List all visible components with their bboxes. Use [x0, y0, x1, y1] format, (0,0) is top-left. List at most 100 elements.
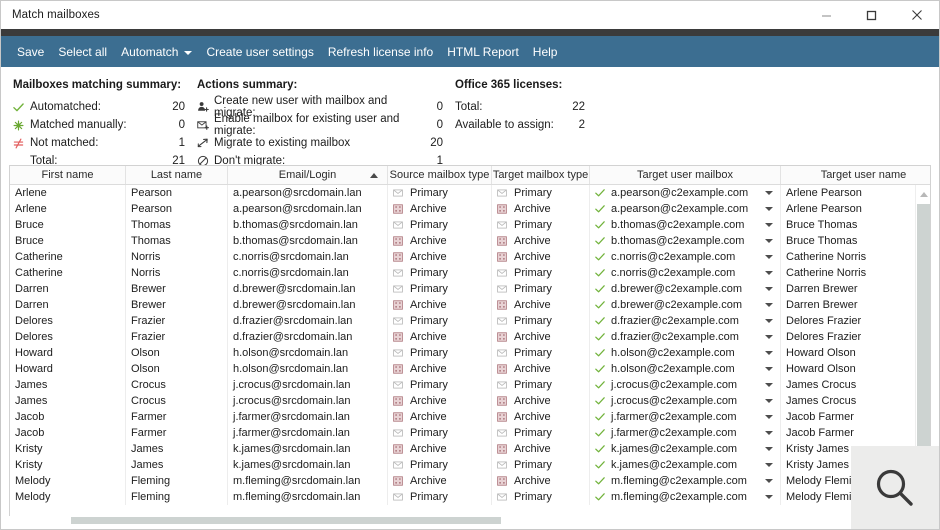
matched-check-icon — [595, 460, 609, 470]
cell-source-mailbox-type: Primary — [388, 345, 492, 361]
cell-target-user-mailbox[interactable]: h.olson@c2example.com — [590, 345, 781, 361]
toolbar-item-save[interactable]: Save — [10, 41, 51, 63]
summary-value-matched-manually: 0 — [178, 119, 185, 131]
column-header-target-user-mailbox[interactable]: Target user mailbox — [590, 166, 781, 184]
cell-target-user-mailbox[interactable]: k.james@c2example.com — [590, 441, 781, 457]
chevron-down-icon[interactable] — [765, 255, 773, 259]
horizontal-scroll-thumb[interactable] — [71, 517, 501, 524]
toolbar-item-select-all[interactable]: Select all — [51, 41, 114, 63]
chevron-down-icon[interactable] — [765, 447, 773, 451]
table-row[interactable]: James Crocus j.crocus@srcdomain.lan Archive… — [10, 393, 930, 409]
table-row[interactable]: Bruce Thomas b.thomas@srcdomain.lan Primary… — [10, 217, 930, 233]
minimize-button[interactable] — [804, 1, 849, 29]
toolbar-item-html-report[interactable]: HTML Report — [440, 41, 526, 63]
cell-target-user-mailbox[interactable]: d.brewer@c2example.com — [590, 297, 781, 313]
chevron-down-icon[interactable] — [765, 399, 773, 403]
chevron-down-icon[interactable] — [765, 383, 773, 387]
cell-target-user-mailbox[interactable]: d.frazier@c2example.com — [590, 329, 781, 345]
cell-target-mailbox-type: Primary — [492, 489, 590, 505]
chevron-down-icon[interactable] — [765, 191, 773, 195]
chevron-down-icon[interactable] — [765, 479, 773, 483]
table-row[interactable]: Catherine Norris c.norris@srcdomain.lan Arc… — [10, 249, 930, 265]
target-mailbox-type-label: Primary — [514, 347, 552, 359]
target-user-mailbox-value: j.crocus@c2example.com — [611, 395, 738, 407]
chevron-down-icon[interactable] — [765, 431, 773, 435]
table-row[interactable]: Melody Fleming m.fleming@srcdomain.lan Arch… — [10, 473, 930, 489]
cell-target-user-mailbox[interactable]: j.farmer@c2example.com — [590, 409, 781, 425]
chevron-down-icon[interactable] — [765, 319, 773, 323]
cell-target-user-mailbox[interactable]: m.fleming@c2example.com — [590, 473, 781, 489]
matched-check-icon — [595, 220, 609, 230]
chevron-down-icon[interactable] — [765, 495, 773, 499]
primary-mailbox-icon — [393, 428, 407, 438]
chevron-down-icon[interactable] — [765, 223, 773, 227]
chevron-down-icon[interactable] — [765, 367, 773, 371]
table-row[interactable]: Delores Frazier d.frazier@srcdomain.lan Pri… — [10, 313, 930, 329]
archive-mailbox-icon — [497, 396, 511, 406]
column-header-email-login[interactable]: Email/Login — [228, 166, 388, 184]
source-mailbox-type-label: Primary — [410, 283, 448, 295]
cell-target-user-mailbox[interactable]: k.james@c2example.com — [590, 457, 781, 473]
table-row[interactable]: Jacob Farmer j.farmer@srcdomain.lan Archive… — [10, 409, 930, 425]
source-mailbox-type-label: Primary — [410, 187, 448, 199]
cell-target-user-mailbox[interactable]: h.olson@c2example.com — [590, 361, 781, 377]
cell-target-user-mailbox[interactable]: j.crocus@c2example.com — [590, 377, 781, 393]
cell-target-user-mailbox[interactable]: c.norris@c2example.com — [590, 265, 781, 281]
table-row[interactable]: James Crocus j.crocus@srcdomain.lan Primary… — [10, 377, 930, 393]
cell-target-user-mailbox[interactable]: j.crocus@c2example.com — [590, 393, 781, 409]
table-row[interactable]: Catherine Norris c.norris@srcdomain.lan Pri… — [10, 265, 930, 281]
action-label-enable-mailbox: Enable mailbox for existing user and mig… — [214, 113, 400, 137]
toolbar-item-automatch[interactable]: Automatch — [114, 41, 199, 63]
maximize-button[interactable] — [849, 1, 894, 29]
toolbar-item-help[interactable]: Help — [526, 41, 565, 63]
table-row[interactable]: Bruce Thomas b.thomas@srcdomain.lan Archive… — [10, 233, 930, 249]
chevron-down-icon[interactable] — [765, 303, 773, 307]
table-row[interactable]: Kristy James k.james@srcdomain.lan Primary P… — [10, 457, 930, 473]
column-header-first-name[interactable]: First name — [10, 166, 126, 184]
cell-first-name: Delores — [10, 313, 126, 329]
cell-target-mailbox-type: Primary — [492, 265, 590, 281]
cell-target-user-mailbox[interactable]: d.frazier@c2example.com — [590, 313, 781, 329]
chevron-down-icon[interactable] — [765, 415, 773, 419]
cell-source-mailbox-type: Primary — [388, 377, 492, 393]
table-row[interactable]: Melody Fleming m.fleming@srcdomain.lan Prim… — [10, 489, 930, 505]
table-row[interactable]: Kristy James k.james@srcdomain.lan Archive A… — [10, 441, 930, 457]
chevron-down-icon[interactable] — [765, 207, 773, 211]
cell-target-user-mailbox[interactable]: b.thomas@c2example.com — [590, 217, 781, 233]
table-horizontal-scrollbar[interactable] — [9, 516, 931, 525]
scroll-up-arrow-icon[interactable] — [916, 187, 930, 202]
close-button[interactable] — [894, 1, 939, 29]
table-row[interactable]: Howard Olson h.olson@srcdomain.lan Primary P… — [10, 345, 930, 361]
chevron-down-icon[interactable] — [765, 287, 773, 291]
chevron-down-icon[interactable] — [765, 271, 773, 275]
cell-email-login: h.olson@srcdomain.lan — [228, 345, 388, 361]
chevron-down-icon[interactable] — [765, 351, 773, 355]
cell-target-user-mailbox[interactable]: a.pearson@c2example.com — [590, 201, 781, 217]
table-row[interactable]: Arlene Pearson a.pearson@srcdomain.lan Prim… — [10, 185, 930, 201]
column-header-last-name[interactable]: Last name — [126, 166, 228, 184]
action-row-enable-mailbox: Enable mailbox for existing user and mig… — [197, 113, 443, 137]
toolbar-item-refresh-license-info[interactable]: Refresh license info — [321, 41, 440, 63]
cell-target-user-mailbox[interactable]: d.brewer@c2example.com — [590, 281, 781, 297]
column-header-target-user-name[interactable]: Target user name — [781, 166, 930, 184]
table-row[interactable]: Howard Olson h.olson@srcdomain.lan Archive A… — [10, 361, 930, 377]
cell-target-user-mailbox[interactable]: b.thomas@c2example.com — [590, 233, 781, 249]
cell-target-user-mailbox[interactable]: j.farmer@c2example.com — [590, 425, 781, 441]
table-row[interactable]: Delores Frazier d.frazier@srcdomain.lan Arc… — [10, 329, 930, 345]
chevron-down-icon[interactable] — [765, 463, 773, 467]
chevron-down-icon[interactable] — [765, 335, 773, 339]
toolbar-item-create-user-settings[interactable]: Create user settings — [199, 41, 320, 63]
table-row[interactable]: Arlene Pearson a.pearson@srcdomain.lan Arch… — [10, 201, 930, 217]
cell-target-user-mailbox[interactable]: m.fleming@c2example.com — [590, 489, 781, 505]
cell-target-mailbox-type: Primary — [492, 217, 590, 233]
chevron-down-icon[interactable] — [765, 239, 773, 243]
magnifier-overlay[interactable] — [851, 446, 939, 529]
column-header-target-mailbox-type[interactable]: Target mailbox type — [492, 166, 590, 184]
table-row[interactable]: Darren Brewer d.brewer@srcdomain.lan Archiv… — [10, 297, 930, 313]
cell-target-user-mailbox[interactable]: a.pearson@c2example.com — [590, 185, 781, 201]
table-row[interactable]: Jacob Farmer j.farmer@srcdomain.lan Primary… — [10, 425, 930, 441]
archive-mailbox-icon — [393, 252, 407, 262]
cell-target-user-mailbox[interactable]: c.norris@c2example.com — [590, 249, 781, 265]
column-header-source-mailbox-type[interactable]: Source mailbox type — [388, 166, 492, 184]
table-row[interactable]: Darren Brewer d.brewer@srcdomain.lan Primar… — [10, 281, 930, 297]
